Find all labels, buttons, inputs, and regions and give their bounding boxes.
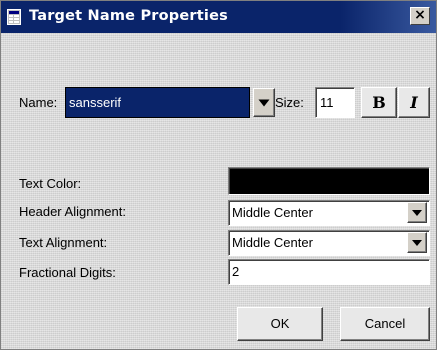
ok-button[interactable]: OK <box>237 307 323 341</box>
properties-window-icon <box>7 9 21 25</box>
font-size-value: 11 <box>320 95 334 110</box>
cancel-button[interactable]: Cancel <box>340 307 430 341</box>
title-bar[interactable]: Target Name Properties × <box>1 1 436 33</box>
text-alignment-dropdown-button[interactable] <box>407 232 427 253</box>
font-name-value: sansserif <box>69 95 122 110</box>
header-alignment-dropdown-button[interactable] <box>407 202 427 223</box>
bold-button[interactable]: B <box>361 87 397 118</box>
fractional-digits-value: 2 <box>232 264 240 279</box>
close-icon: × <box>414 7 426 23</box>
font-name-field[interactable]: sansserif <box>65 87 250 118</box>
header-alignment-label: Header Alignment: <box>19 204 126 219</box>
italic-button[interactable]: I <box>398 87 430 118</box>
fractional-digits-label: Fractional Digits: <box>19 265 116 280</box>
text-color-swatch[interactable] <box>228 167 430 195</box>
chevron-down-icon <box>412 239 422 246</box>
properties-dialog: Target Name Properties × Name: sansserif… <box>0 0 437 350</box>
chevron-down-icon <box>258 99 270 106</box>
chevron-down-icon <box>412 209 422 216</box>
text-alignment-value: Middle Center <box>232 235 313 250</box>
fractional-digits-field[interactable]: 2 <box>228 259 430 285</box>
text-alignment-select[interactable]: Middle Center <box>228 230 430 256</box>
font-name-dropdown-button[interactable] <box>253 88 275 117</box>
cancel-label: Cancel <box>364 316 406 331</box>
ok-label: OK <box>270 316 290 331</box>
bold-label: B <box>372 93 386 112</box>
font-size-field[interactable]: 11 <box>315 87 355 118</box>
window-title: Target Name Properties <box>29 8 228 24</box>
header-alignment-select[interactable]: Middle Center <box>228 200 430 226</box>
text-color-label: Text Color: <box>19 176 82 191</box>
text-alignment-label: Text Alignment: <box>19 235 108 250</box>
size-label: Size: <box>275 95 304 110</box>
name-label: Name: <box>19 95 58 110</box>
font-name-select[interactable]: sansserif <box>65 87 275 118</box>
header-alignment-value: Middle Center <box>232 205 313 220</box>
close-button[interactable]: × <box>410 7 430 25</box>
italic-label: I <box>410 93 418 112</box>
